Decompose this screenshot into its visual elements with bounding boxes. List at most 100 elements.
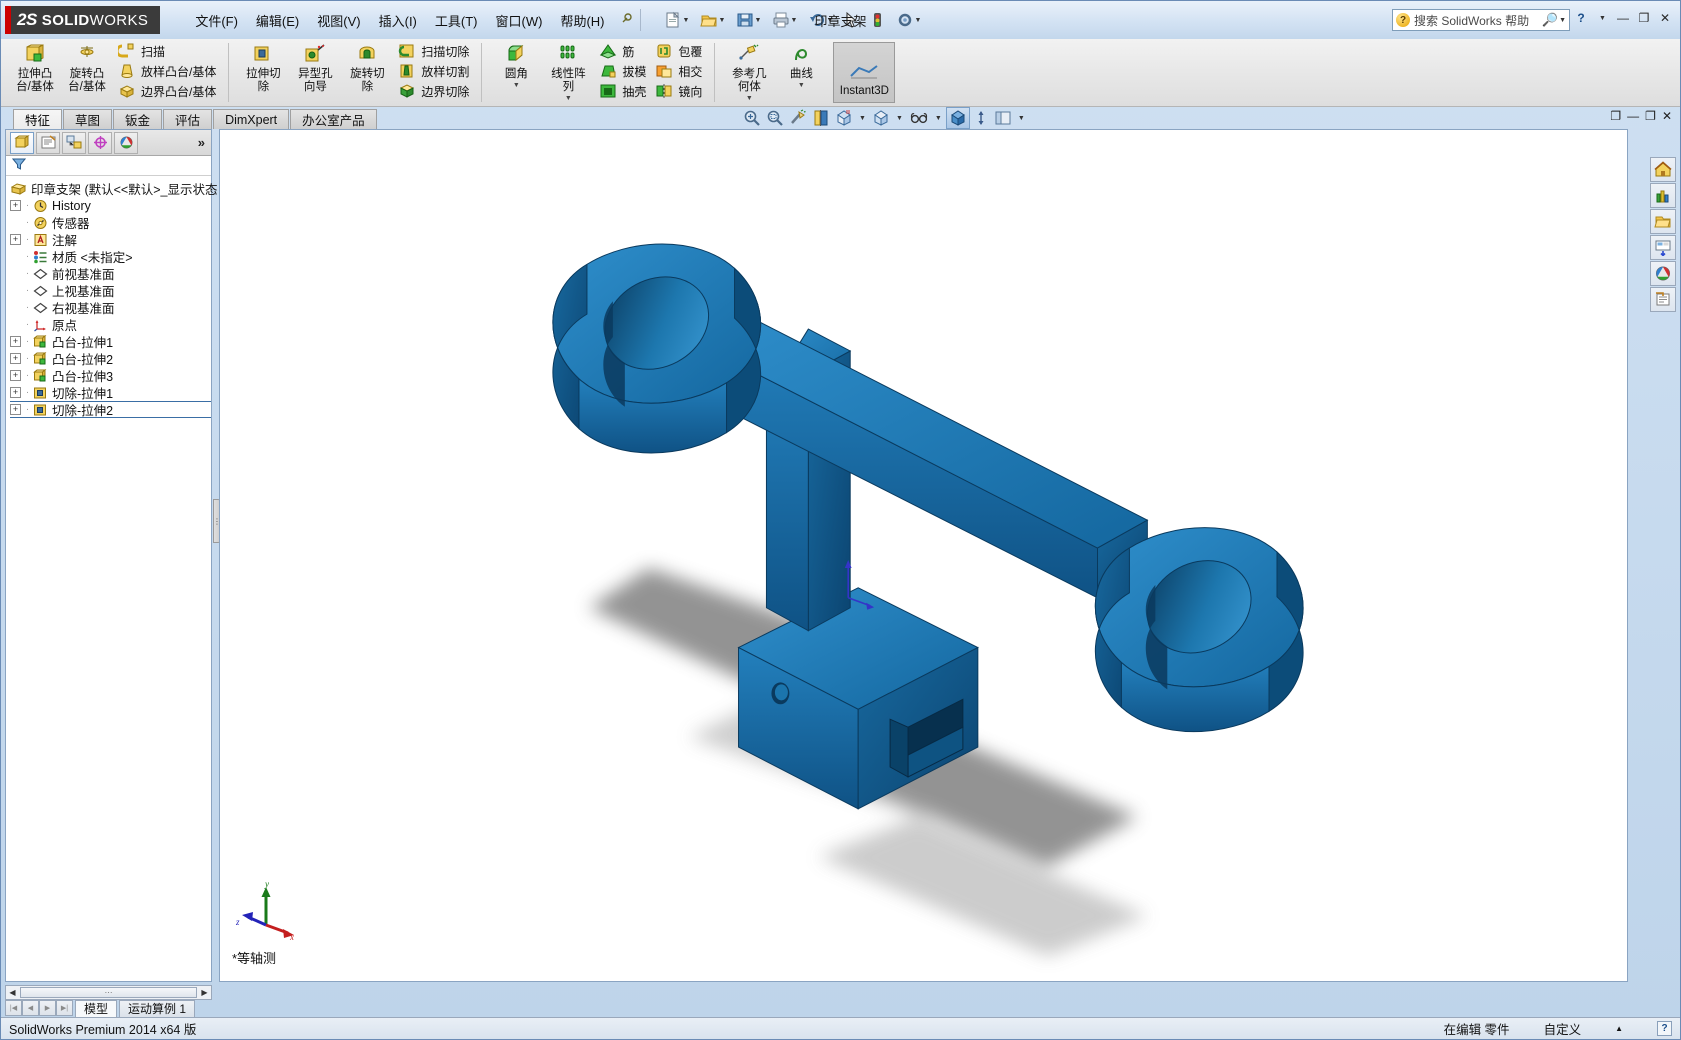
graphics-area[interactable]: y x z *等轴测 [219,129,1628,982]
chevron-down-icon[interactable]: ▼ [513,82,520,89]
previous-view-button[interactable] [787,107,809,129]
task-pane-custom-properties-button[interactable] [1650,287,1676,312]
status-help-button[interactable]: ? [1657,1021,1672,1036]
expand-icon[interactable]: + [10,336,21,347]
mirror-button[interactable]: 镜向 [650,81,706,101]
task-pane-resources-button[interactable] [1650,157,1676,182]
print-button[interactable]: ▼ [766,8,802,32]
shell-button[interactable]: 抽壳 [594,81,650,101]
linear-pattern-button[interactable]: 线性阵 列 ▼ [542,39,594,102]
close-button[interactable]: ✕ [1656,9,1674,27]
tab-sheetmetal[interactable]: 钣金 [113,109,163,129]
task-pane-file-explorer-button[interactable] [1650,209,1676,234]
doc-tab-motion-study[interactable]: 运动算例 1 [119,999,196,1017]
nav-prev-button[interactable]: ◀ [22,1000,39,1016]
display-manager-tab[interactable] [114,131,138,154]
chevron-down-icon[interactable]: ▼ [791,17,798,24]
dimxpert-manager-tab[interactable] [88,131,112,154]
tab-sketch[interactable]: 草图 [63,109,113,129]
options-button[interactable]: ▼ [890,8,926,32]
doc-maximize-icon[interactable]: ❐ [1645,109,1656,123]
instant3d-button[interactable]: Instant3D [833,42,896,103]
reference-geometry-button[interactable]: 参考几 何体 ▼ [723,39,775,102]
feature-manager-tab[interactable] [10,131,34,154]
help-dropdown-icon[interactable]: ▼ [1593,9,1611,27]
view-settings-button[interactable] [971,107,991,129]
task-pane-appearances-button[interactable] [1650,261,1676,286]
save-button[interactable]: ▼ [730,8,766,32]
lofted-cut-button[interactable]: 放样切割 [393,61,473,81]
menu-view[interactable]: 视图(V) [308,7,369,34]
pin-icon[interactable] [617,11,635,29]
display-pane-button[interactable] [992,107,1014,129]
more-tabs-button[interactable]: » [198,135,205,150]
status-custom-label[interactable]: 自定义 [1544,1019,1582,1038]
chevron-down-icon[interactable]: ▼ [1015,115,1028,122]
tree-item-boss-extrude-3[interactable]: + · 凸台-拉伸3 [10,367,211,384]
curves-button[interactable]: 曲线 ▼ [775,39,827,89]
fillet-button[interactable]: 圆角 ▼ [490,39,542,89]
chevron-down-icon[interactable]: ▼ [798,82,805,89]
chevron-down-icon[interactable]: ▼ [683,17,690,24]
tree-item-top-plane[interactable]: · 上视基准面 [10,282,211,299]
lofted-boss-button[interactable]: 放样凸台/基体 [113,61,220,81]
chevron-down-icon[interactable]: ▼ [893,115,906,122]
menu-edit[interactable]: 编辑(E) [247,7,308,34]
boundary-boss-button[interactable]: 边界凸台/基体 [113,81,220,101]
search-icon[interactable]: 🔍 [1542,12,1558,28]
scroll-left-arrow[interactable]: ◀ [6,988,19,997]
expand-icon[interactable]: + [10,404,21,415]
section-view-button[interactable] [810,107,832,129]
tab-dimxpert[interactable]: DimXpert [213,109,290,129]
tree-item-history[interactable]: + · History [10,197,211,214]
extruded-boss-base-button[interactable]: 拉伸凸 台/基体 [9,39,61,106]
zoom-to-area-button[interactable] [764,107,786,129]
intersect-button[interactable]: 相交 [650,61,706,81]
menu-help[interactable]: 帮助(H) [551,7,613,34]
rebuild-button[interactable] [864,8,890,32]
tab-office-products[interactable]: 办公室产品 [290,109,377,129]
status-caret-icon[interactable]: ▲ [1615,1024,1623,1033]
swept-boss-button[interactable]: 扫描 [113,41,220,61]
tree-item-boss-extrude-1[interactable]: + · 凸台-拉伸1 [10,333,211,350]
tree-item-boss-extrude-2[interactable]: + · 凸台-拉伸2 [10,350,211,367]
hole-wizard-button[interactable]: 异型孔 向导 [289,39,341,106]
expand-icon[interactable]: + [10,200,21,211]
revolved-cut-button[interactable]: 旋转切 除 [341,39,393,106]
chevron-down-icon[interactable]: ▼ [755,17,762,24]
tab-features[interactable]: 特征 [13,109,63,129]
swept-cut-button[interactable]: 扫描切除 [393,41,473,61]
chevron-down-icon[interactable]: ▼ [719,17,726,24]
doc-minimize-icon[interactable]: — [1627,109,1639,123]
configuration-manager-tab[interactable] [62,131,86,154]
chevron-down-icon[interactable]: ▼ [1559,17,1566,24]
expand-icon[interactable]: + [10,387,21,398]
new-document-button[interactable]: ▼ [658,8,694,32]
feature-tree-horizontal-scrollbar[interactable]: ◀ ⋯ ▶ [5,985,212,1000]
search-help-box[interactable]: ? 搜索 SolidWorks 帮助 🔍 ▼ [1392,9,1570,31]
minimize-button[interactable]: — [1614,9,1632,27]
open-document-button[interactable]: ▼ [694,8,730,32]
chevron-down-icon[interactable]: ▼ [746,95,753,102]
scroll-right-arrow[interactable]: ▶ [198,988,211,997]
scroll-thumb[interactable]: ⋯ [20,987,197,998]
expand-icon[interactable]: + [10,353,21,364]
feature-filter-bar[interactable] [6,156,211,176]
tab-evaluate[interactable]: 评估 [163,109,213,129]
tree-item-front-plane[interactable]: · 前视基准面 [10,265,211,282]
tree-item-origin[interactable]: · 原点 [10,316,211,333]
select-button[interactable] [838,8,864,32]
doc-close-icon[interactable]: ✕ [1662,109,1672,123]
chevron-down-icon[interactable]: ▼ [856,115,869,122]
doc-tab-model[interactable]: 模型 [75,999,118,1017]
view-orientation-button[interactable] [833,107,855,129]
wrap-button[interactable]: 包覆 [650,41,706,61]
doc-restore-icon[interactable]: ❐ [1610,109,1621,123]
tree-item-material[interactable]: · 材质 <未指定> [10,248,211,265]
expand-icon[interactable]: + [10,370,21,381]
draft-button[interactable]: 拔模 [594,61,650,81]
undo-button[interactable]: ▼ [802,8,838,32]
chevron-down-icon[interactable]: ▼ [565,95,572,102]
extruded-cut-button[interactable]: 拉伸切 除 [237,39,289,106]
zoom-to-fit-button[interactable] [741,107,763,129]
